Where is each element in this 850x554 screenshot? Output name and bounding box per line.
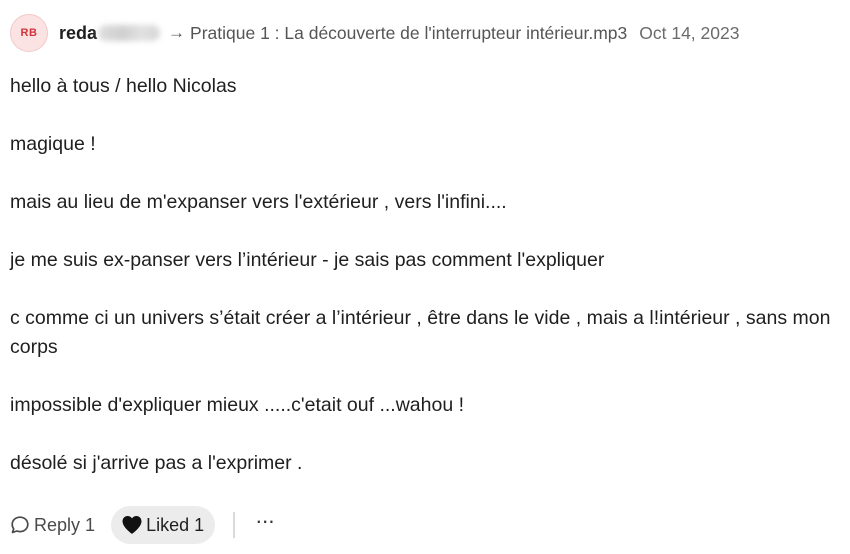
reply-button[interactable]: Reply 1 [10,515,95,536]
like-button[interactable]: Liked 1 [111,506,216,544]
reply-label: Reply [34,514,81,535]
comment-header: RB reda → Pratique 1 : La découverte de … [10,14,739,52]
heart-icon [122,516,142,534]
divider [233,512,236,538]
speech-bubble-icon [11,516,29,534]
comment-paragraph: mais au lieu de m'expanser vers l'extéri… [10,191,507,213]
track-title-link[interactable]: Pratique 1 : La découverte de l'interrup… [190,23,627,44]
author-name-redacted [98,25,161,41]
reply-count: 1 [85,514,96,535]
comment-paragraph: désolé si j'arrive pas a l'exprimer . [10,452,303,474]
avatar[interactable]: RB [10,14,48,52]
comment-body: hello à tous / hello Nicolas magique ! m… [10,72,850,507]
comment-actions: Reply 1 Liked 1 ··· [10,506,275,544]
comment-paragraph: je me suis ex-panser vers l’intérieur - … [10,249,605,271]
comment-paragraph: impossible d'expliquer mieux .....c'etai… [10,394,465,416]
comment-paragraph: magique ! [10,133,96,155]
arrow-icon: → [168,23,186,42]
comment-paragraph: c comme ci un univers s’était créer a l’… [10,307,831,358]
liked-count: 1 [194,514,205,535]
more-options-button[interactable]: ··· [255,510,275,540]
comment-paragraph: hello à tous / hello Nicolas [10,75,237,97]
author-name[interactable]: reda [59,23,97,44]
comment-date: Oct 14, 2023 [639,22,740,43]
liked-label: Liked [146,514,190,535]
